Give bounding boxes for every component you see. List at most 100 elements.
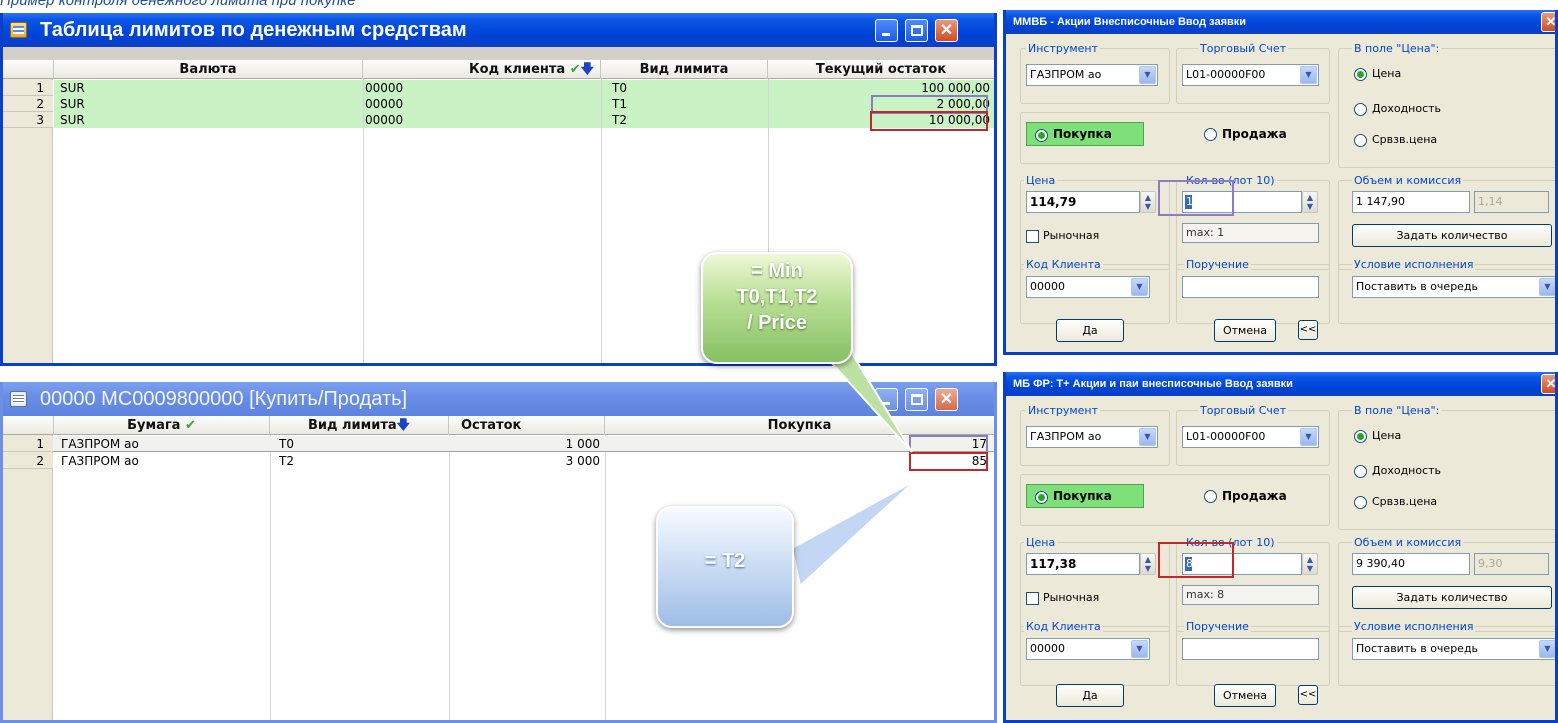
- order-label: Поручение: [1184, 258, 1251, 271]
- price-input[interactable]: 114,79: [1026, 191, 1140, 213]
- minimize-button[interactable]: [875, 19, 898, 42]
- sort-arrow-icon: 🡇: [396, 418, 411, 433]
- cell-currency: SUR: [54, 80, 363, 96]
- maximize-button[interactable]: [905, 388, 928, 411]
- row-number: 3: [3, 112, 53, 128]
- cell-client: 00000: [364, 80, 601, 96]
- close-button[interactable]: ✕: [1541, 374, 1555, 394]
- chevron-down-icon[interactable]: ▼: [1139, 66, 1156, 84]
- chevron-down-icon[interactable]: ▼: [1539, 278, 1555, 296]
- col-limit-type[interactable]: Вид лимита: [601, 60, 768, 79]
- order-dialog-body: Инструмент ГАЗПРОМ ао ▼ Торговый Счет L01…: [1006, 396, 1555, 720]
- radio-price[interactable]: Цена: [1354, 428, 1401, 444]
- set-qty-button[interactable]: Задать количество: [1352, 224, 1552, 247]
- qty-input[interactable]: 8: [1182, 553, 1302, 575]
- order-dialog-title: ММВБ - Акции Внесписочные Ввод заявки: [1013, 16, 1247, 28]
- market-checkbox[interactable]: Рыночная: [1026, 228, 1099, 244]
- radio-yield[interactable]: Доходность: [1354, 101, 1441, 117]
- col-remain[interactable]: Остаток: [449, 416, 605, 435]
- radio-sell[interactable]: Продажа: [1204, 488, 1287, 504]
- qty-input[interactable]: 1: [1182, 191, 1302, 213]
- instrument-label: Инструмент: [1026, 42, 1101, 55]
- col-client-code[interactable]: Код клиента ✔🡇: [363, 60, 601, 79]
- limits-table-header: Валюта Код клиента ✔🡇 Вид лимита Текущий…: [3, 60, 994, 79]
- qty-stepper[interactable]: ▲ ▼: [1302, 553, 1318, 575]
- instrument-select[interactable]: ГАЗПРОМ ао ▼: [1026, 426, 1158, 448]
- cancel-button[interactable]: Отмена: [1214, 319, 1276, 342]
- ok-button[interactable]: Да: [1056, 684, 1124, 707]
- table-row[interactable]: 3 SUR 00000 T2 10 000,00: [3, 112, 994, 128]
- chevron-down-icon[interactable]: ▼: [1300, 66, 1317, 84]
- price-label: Цена: [1024, 536, 1058, 549]
- chevron-down-icon[interactable]: ▼: [1131, 278, 1148, 296]
- condition-select[interactable]: Поставить в очередь ▼: [1352, 276, 1555, 298]
- close-button[interactable]: ✕: [935, 19, 958, 42]
- order-dialog-mbfr: МБ ФР: Т+ Акции и паи внесписочные Ввод …: [1003, 372, 1558, 723]
- order-dialog-titlebar[interactable]: ММВБ - Акции Внесписочные Ввод заявки ✕: [1006, 10, 1555, 34]
- chevron-down-icon[interactable]: ▼: [1139, 428, 1156, 446]
- table-row[interactable]: 2 SUR 00000 T1 2 000,00: [3, 96, 994, 112]
- collapse-button[interactable]: <<: [1298, 320, 1318, 340]
- price-value: 117,38: [1030, 557, 1077, 571]
- col-currency[interactable]: Валюта: [54, 60, 363, 79]
- table-row[interactable]: 1 SUR 00000 T0 100 000,00: [3, 80, 994, 96]
- collapse-button[interactable]: <<: [1298, 685, 1318, 705]
- order-dialog-titlebar[interactable]: МБ ФР: Т+ Акции и паи внесписочные Ввод …: [1006, 372, 1555, 396]
- col-buy[interactable]: Покупка: [605, 416, 994, 435]
- close-button[interactable]: ✕: [935, 388, 958, 411]
- row-number: 1: [3, 80, 53, 96]
- instrument-value: ГАЗПРОМ ао: [1030, 430, 1102, 443]
- trade-table[interactable]: Бумага ✔ Вид лимита🡇 Остаток Покупка 1 Г…: [3, 416, 994, 720]
- price-stepper[interactable]: ▲ ▼: [1140, 191, 1156, 213]
- sort-arrow-icon: 🡇: [580, 62, 594, 77]
- cell-limit: T0: [279, 437, 294, 451]
- radio-wavg-price[interactable]: Срвзв.цена: [1354, 494, 1437, 510]
- radio-price[interactable]: Цена: [1354, 66, 1401, 82]
- col-limit-type[interactable]: Вид лимита🡇: [270, 416, 449, 435]
- page-caption: Пример контроля денежного лимита при пок…: [0, 0, 356, 9]
- chevron-down-icon[interactable]: ▼: [1300, 428, 1317, 446]
- set-qty-button[interactable]: Задать количество: [1352, 586, 1552, 609]
- maximize-button[interactable]: [905, 19, 928, 42]
- price-stepper[interactable]: ▲ ▼: [1140, 553, 1156, 575]
- cell-remain: 3 000: [565, 454, 600, 468]
- instrument-select[interactable]: ГАЗПРОМ ао ▼: [1026, 64, 1158, 86]
- market-checkbox[interactable]: Рыночная: [1026, 590, 1099, 606]
- radio-yield[interactable]: Доходность: [1354, 463, 1441, 479]
- table-row[interactable]: 1 ГАЗПРОМ ао T0 1 000 17: [3, 436, 994, 452]
- account-select[interactable]: L01-00000F00 ▼: [1182, 64, 1319, 86]
- filter-check-icon: ✔: [569, 62, 581, 77]
- commission-field: 9,30: [1474, 553, 1549, 575]
- qty-stepper[interactable]: ▲ ▼: [1302, 191, 1318, 213]
- col-security[interactable]: Бумага ✔: [54, 416, 270, 435]
- buy-button[interactable]: Покупка: [1026, 122, 1144, 146]
- account-select[interactable]: L01-00000F00 ▼: [1182, 426, 1319, 448]
- callout-min-line-2: T0,T1,T2: [736, 286, 818, 308]
- order-input[interactable]: [1182, 276, 1319, 298]
- col-current-balance[interactable]: Текущий остаток: [768, 60, 994, 79]
- account-value: L01-00000F00: [1186, 430, 1266, 443]
- ok-button[interactable]: Да: [1056, 319, 1124, 342]
- client-select[interactable]: 00000 ▼: [1026, 276, 1150, 298]
- close-button[interactable]: ✕: [1541, 12, 1555, 32]
- table-row[interactable]: 2 ГАЗПРОМ ао T2 3 000 85: [3, 453, 994, 469]
- price-input[interactable]: 117,38: [1026, 553, 1140, 575]
- chevron-down-icon[interactable]: ▼: [1131, 640, 1148, 658]
- order-dialog-micex: ММВБ - Акции Внесписочные Ввод заявки ✕ …: [1003, 10, 1558, 355]
- radio-wavg-price[interactable]: Срвзв.цена: [1354, 132, 1437, 148]
- limits-window-titlebar[interactable]: Таблица лимитов по денежным средствам ✕: [3, 13, 994, 47]
- cancel-button[interactable]: Отмена: [1214, 684, 1276, 707]
- condition-select[interactable]: Поставить в очередь ▼: [1352, 638, 1555, 660]
- buy-button[interactable]: Покупка: [1026, 484, 1144, 508]
- qty-max-field: max: 1: [1182, 223, 1319, 243]
- radio-sell[interactable]: Продажа: [1204, 126, 1287, 142]
- minimize-button[interactable]: [875, 388, 898, 411]
- trade-window-titlebar[interactable]: 00000 MC0009800000 [Купить/Продать] ✕: [3, 382, 994, 416]
- order-input[interactable]: [1182, 638, 1319, 660]
- cell-client: 00000: [364, 96, 601, 112]
- client-label: Код Клиента: [1024, 620, 1103, 633]
- grid-line: [605, 435, 606, 720]
- client-select[interactable]: 00000 ▼: [1026, 638, 1150, 660]
- chevron-down-icon[interactable]: ▼: [1539, 640, 1555, 658]
- buy-label: Покупка: [1053, 489, 1112, 503]
